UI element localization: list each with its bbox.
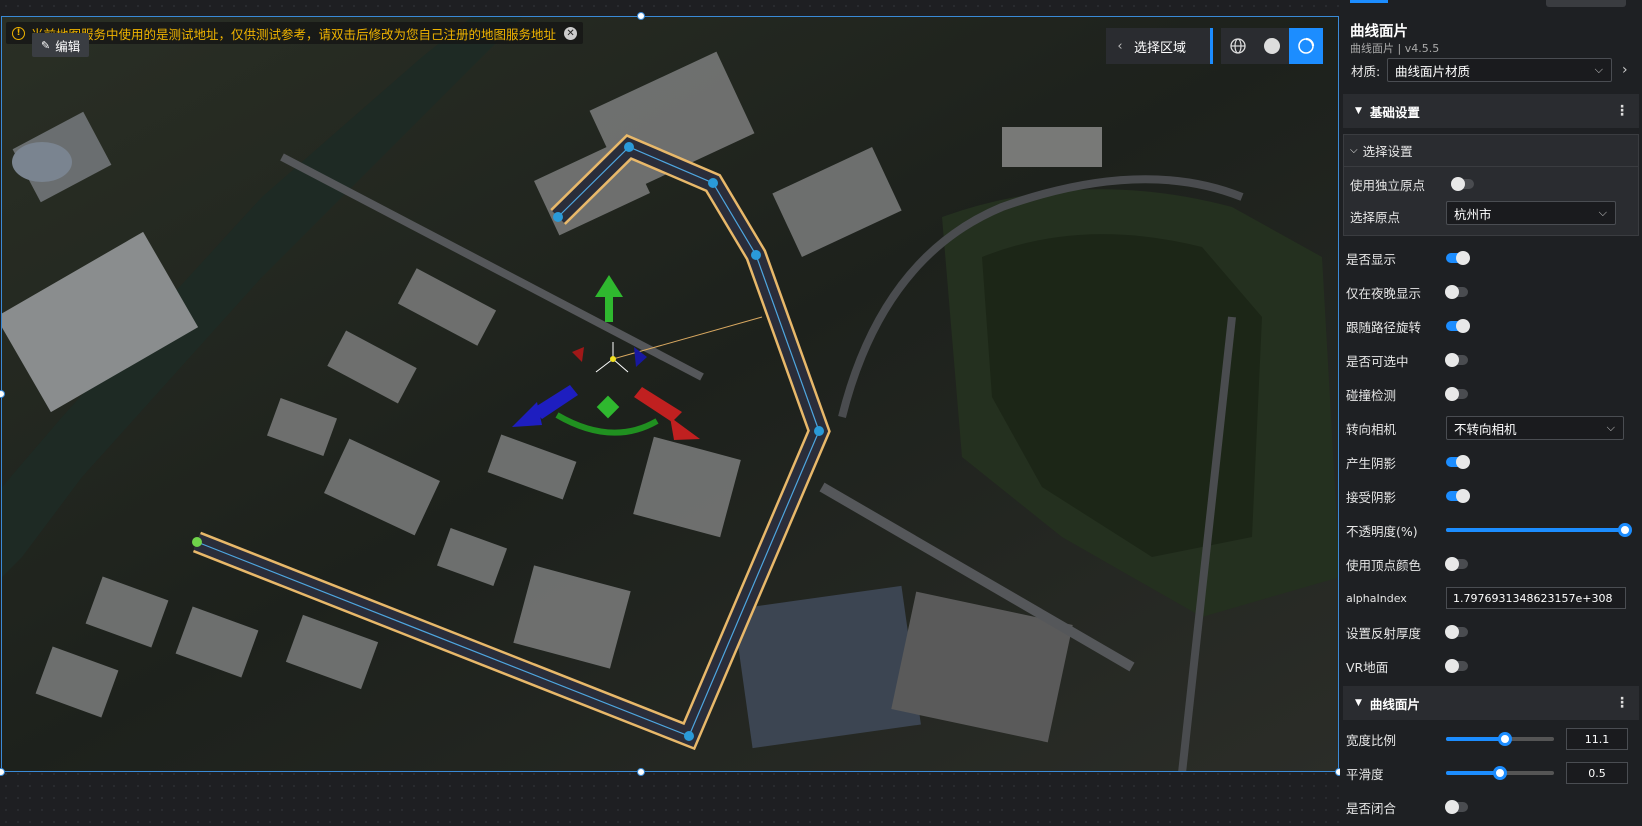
toolbar-divider: [1210, 28, 1213, 64]
alpha-index-label: alphaIndex: [1346, 591, 1407, 605]
basic-settings-header[interactable]: ▼ 基础设置 ⋮: [1343, 94, 1639, 128]
material-value: 曲线面片材质: [1395, 63, 1471, 79]
reflect-thickness-label: 设置反射厚度: [1346, 625, 1422, 641]
panel-title: 曲线面片: [1350, 24, 1408, 40]
viewport-canvas[interactable]: ! 当前地图服务中使用的是测试地址，仅供测试参考，请双击后修改为您自己注册的地图…: [0, 0, 1343, 826]
chevron-left-icon[interactable]: ‹: [1106, 39, 1134, 54]
receive-shadow-toggle[interactable]: [1446, 489, 1470, 503]
active-tab-indicator: [1350, 0, 1388, 3]
sphere-icon[interactable]: [1255, 28, 1289, 64]
night-only-label: 仅在夜晚显示: [1346, 285, 1422, 301]
curve-section-header[interactable]: ▼ 曲线面片 ⋮: [1343, 686, 1639, 720]
region-select-label: 选择区域: [1134, 40, 1187, 56]
origin-value: 杭州市: [1454, 206, 1492, 222]
resize-handle-top[interactable]: [637, 12, 645, 20]
face-camera-select[interactable]: 不转向相机 ⌵: [1446, 416, 1624, 440]
panel-top-button[interactable]: [1546, 0, 1626, 7]
selectable-label: 是否可选中: [1346, 353, 1409, 369]
globe-icon[interactable]: [1221, 28, 1255, 64]
vertex-color-toggle[interactable]: [1445, 557, 1468, 571]
test-address-warning: ! 当前地图服务中使用的是测试地址，仅供测试参考，请双击后修改为您自己注册的地图…: [6, 22, 584, 44]
chevron-right-icon[interactable]: ›: [1622, 62, 1628, 78]
map-scene: [2, 17, 1338, 771]
face-camera-label: 转向相机: [1346, 421, 1397, 437]
properties-panel: 曲线面片 曲线面片 | v4.5.5 材质: 曲线面片材质 ⌵ › ▼ 基础设置…: [1340, 0, 1642, 826]
receive-shadow-label: 接受阴影: [1346, 489, 1397, 505]
basic-settings-title: 基础设置: [1369, 104, 1420, 120]
width-ratio-label: 宽度比例: [1346, 732, 1397, 748]
material-select[interactable]: 曲线面片材质 ⌵: [1387, 58, 1612, 82]
edit-label: 编辑: [55, 38, 81, 54]
warning-icon: !: [12, 26, 25, 40]
more-icon[interactable]: ⋮: [1615, 695, 1629, 711]
close-icon[interactable]: ✕: [564, 26, 578, 40]
pencil-icon: ✎: [41, 38, 51, 52]
material-label: 材质:: [1351, 63, 1381, 79]
face-camera-value: 不转向相机: [1454, 421, 1517, 437]
origin-select[interactable]: 杭州市 ⌵: [1446, 201, 1616, 225]
width-ratio-slider[interactable]: [1446, 732, 1554, 746]
chevron-down-icon: ⌵: [1594, 63, 1603, 76]
visible-toggle[interactable]: [1446, 251, 1470, 265]
cast-shadow-label: 产生阴影: [1346, 455, 1397, 471]
follow-path-toggle[interactable]: [1446, 319, 1470, 333]
opacity-label: 不透明度(%): [1346, 523, 1418, 539]
region-select-button[interactable]: ‹ 选择区域: [1106, 28, 1210, 64]
vr-ground-toggle[interactable]: [1445, 659, 1468, 673]
independent-origin-label: 使用独立原点: [1350, 178, 1426, 193]
select-settings-title: 选择设置: [1362, 144, 1413, 159]
collision-toggle[interactable]: [1445, 387, 1468, 401]
select-origin-label: 选择原点: [1350, 210, 1401, 225]
width-ratio-slider-knob[interactable]: [1498, 732, 1512, 746]
smoothness-label: 平滑度: [1346, 766, 1384, 782]
smoothness-slider-knob[interactable]: [1493, 766, 1507, 780]
satellite-map[interactable]: [1, 16, 1339, 772]
chevron-down-icon: ⌵: [1598, 206, 1607, 219]
collapse-triangle-icon: ▼: [1355, 106, 1362, 116]
orbit-icon[interactable]: [1289, 28, 1323, 64]
width-ratio-input[interactable]: 11.1: [1566, 728, 1628, 750]
collision-label: 碰撞检测: [1346, 387, 1397, 403]
reflect-thickness-toggle[interactable]: [1445, 625, 1468, 639]
edit-button[interactable]: ✎ 编辑: [32, 33, 90, 57]
alpha-index-input[interactable]: 1.7976931348623157e+308: [1446, 587, 1626, 609]
independent-origin-toggle[interactable]: [1451, 177, 1474, 191]
resize-handle-corner-bl[interactable]: [0, 768, 5, 776]
warning-text: 当前地图服务中使用的是测试地址，仅供测试参考，请双击后修改为您自己注册的地图服务…: [31, 26, 557, 42]
vertex-color-label: 使用顶点颜色: [1346, 557, 1422, 573]
chevron-down-icon: ⌵: [1350, 145, 1358, 156]
vr-ground-label: VR地面: [1346, 659, 1389, 675]
collapse-triangle-icon: ▼: [1355, 698, 1362, 708]
panel-version: 曲线面片 | v4.5.5: [1350, 42, 1440, 55]
more-icon[interactable]: ⋮: [1615, 103, 1629, 119]
visible-label: 是否显示: [1346, 251, 1397, 267]
view-toolbar: ‹ 选择区域: [1106, 28, 1323, 64]
night-only-toggle[interactable]: [1445, 285, 1468, 299]
opacity-slider-knob[interactable]: [1618, 523, 1632, 537]
select-settings-group: ⌵ 选择设置 使用独立原点 选择原点 杭州市 ⌵: [1343, 134, 1639, 236]
resize-handle-bottom[interactable]: [637, 768, 645, 776]
closed-label: 是否闭合: [1346, 800, 1397, 816]
follow-path-label: 跟随路径旋转: [1346, 319, 1422, 335]
opacity-slider[interactable]: [1446, 523, 1632, 537]
chevron-down-icon: ⌵: [1606, 421, 1615, 434]
selectable-toggle[interactable]: [1445, 353, 1468, 367]
smoothness-input[interactable]: 0.5: [1566, 762, 1628, 784]
select-settings-header[interactable]: ⌵ 选择设置: [1344, 135, 1638, 167]
closed-toggle[interactable]: [1445, 800, 1468, 814]
curve-section-title: 曲线面片: [1369, 696, 1420, 712]
smoothness-slider[interactable]: [1446, 766, 1554, 780]
cast-shadow-toggle[interactable]: [1446, 455, 1470, 469]
